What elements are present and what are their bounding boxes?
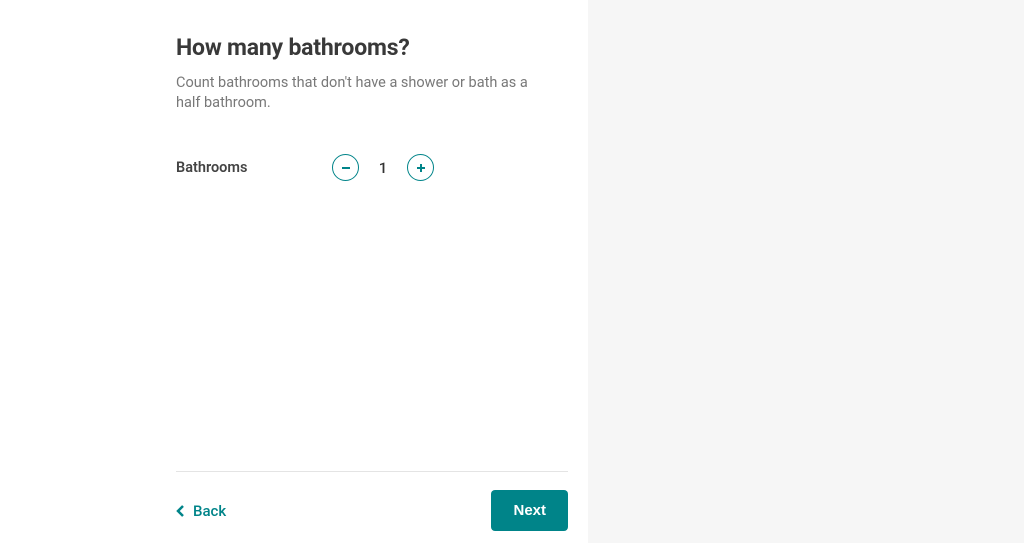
increment-button[interactable]	[407, 154, 434, 181]
back-label: Back	[193, 502, 226, 520]
page-subtitle: Count bathrooms that don't have a shower…	[176, 73, 546, 112]
page-title: How many bathrooms?	[176, 34, 588, 61]
next-button[interactable]: Next	[491, 490, 568, 531]
bathrooms-stepper: 1	[332, 154, 434, 181]
minus-icon	[341, 163, 351, 173]
plus-icon	[416, 163, 426, 173]
form-footer: Back Next	[176, 471, 568, 543]
chevron-left-icon	[176, 504, 186, 518]
back-button[interactable]: Back	[176, 502, 226, 520]
decrement-button[interactable]	[332, 154, 359, 181]
form-panel: How many bathrooms? Count bathrooms that…	[0, 0, 588, 543]
bathrooms-label: Bathrooms	[176, 159, 332, 176]
footer-actions: Back Next	[176, 490, 568, 531]
bathrooms-value: 1	[359, 159, 407, 177]
preview-panel	[588, 0, 1024, 543]
form-content: How many bathrooms? Count bathrooms that…	[0, 0, 588, 181]
bathrooms-stepper-row: Bathrooms 1	[176, 154, 446, 181]
footer-divider	[176, 471, 568, 472]
